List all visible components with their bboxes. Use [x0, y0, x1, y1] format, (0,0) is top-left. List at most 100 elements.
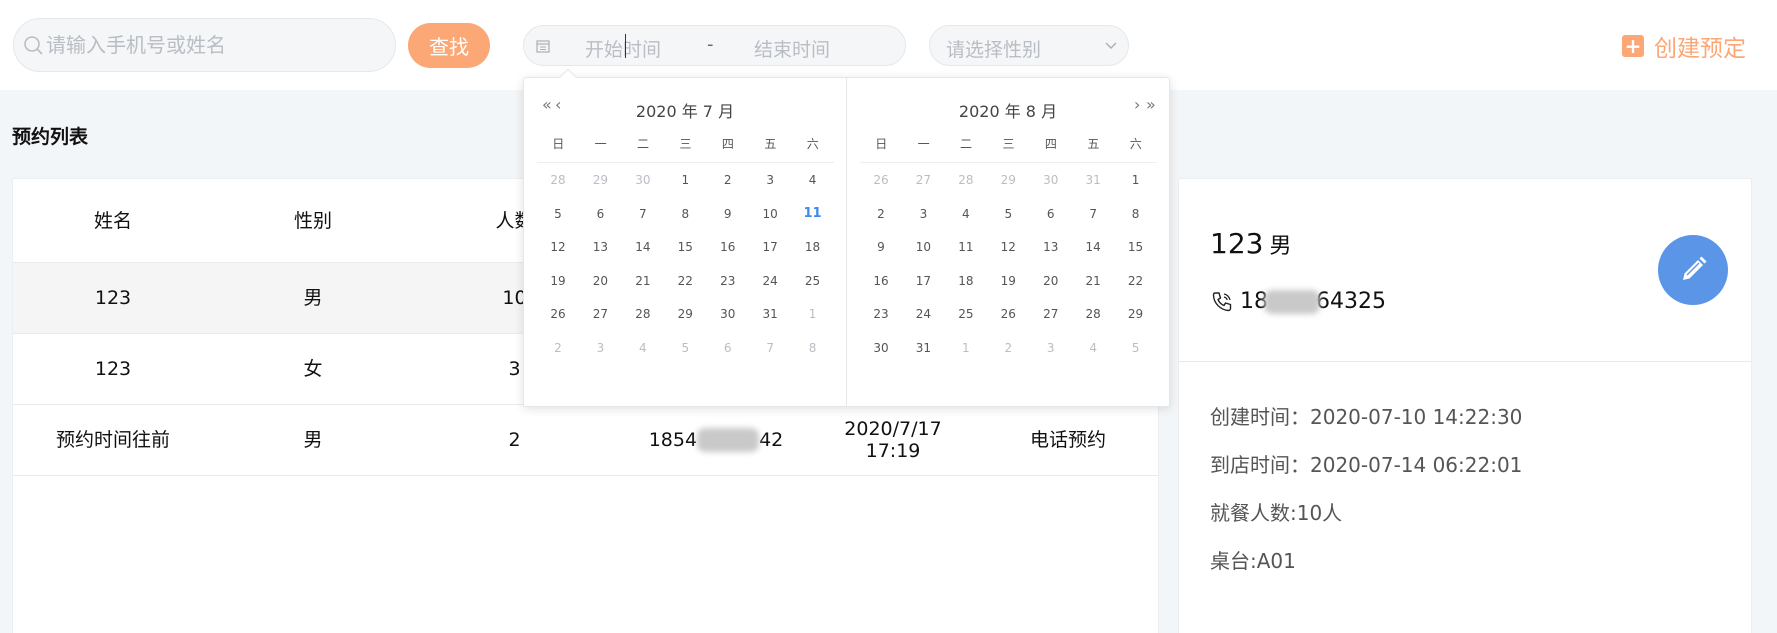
calendar-day[interactable]: 30: [622, 161, 664, 199]
calendar-day[interactable]: 28: [622, 295, 664, 333]
calendar-day[interactable]: 13: [579, 228, 621, 266]
calendar-day[interactable]: 17: [902, 262, 944, 300]
calendar-day[interactable]: 1: [792, 295, 834, 333]
calendar-day[interactable]: 6: [579, 195, 621, 233]
calendar-day[interactable]: 26: [537, 295, 579, 333]
calendar-day[interactable]: 29: [579, 161, 621, 199]
calendar-day[interactable]: 2: [987, 329, 1029, 367]
calendar-day[interactable]: 4: [792, 161, 834, 199]
calendar-day[interactable]: 19: [987, 262, 1029, 300]
calendar-day[interactable]: 6: [1030, 195, 1072, 233]
calendar-day[interactable]: 4: [945, 195, 987, 233]
edit-button[interactable]: [1658, 235, 1728, 305]
calendar-day[interactable]: 31: [749, 295, 791, 333]
calendar-day[interactable]: 9: [707, 195, 749, 233]
calendar-day[interactable]: 5: [664, 329, 706, 367]
calendar-day[interactable]: 6: [707, 329, 749, 367]
calendar-day[interactable]: 8: [1115, 195, 1157, 233]
calendar-day[interactable]: 17: [749, 228, 791, 266]
calendar-day[interactable]: 28: [1072, 295, 1114, 333]
calendar-day[interactable]: 27: [902, 161, 944, 199]
calendar-day[interactable]: 28: [945, 161, 987, 199]
search-input[interactable]: [46, 19, 386, 71]
calendar-day[interactable]: 2: [707, 161, 749, 199]
weekday-label: 二: [637, 137, 650, 151]
calendar-day[interactable]: 20: [579, 262, 621, 300]
calendar-day[interactable]: 7: [622, 195, 664, 233]
calendar-day[interactable]: 27: [579, 295, 621, 333]
calendar-day[interactable]: 18: [945, 262, 987, 300]
calendar-day[interactable]: 30: [707, 295, 749, 333]
calendar-day[interactable]: 22: [1115, 262, 1157, 300]
calendar-day[interactable]: 28: [537, 161, 579, 199]
calendar-day[interactable]: 1: [945, 329, 987, 367]
calendar-day[interactable]: 5: [1115, 329, 1157, 367]
search-box[interactable]: [13, 18, 396, 72]
calendar-day[interactable]: 13: [1030, 228, 1072, 266]
calendar-day[interactable]: 7: [749, 329, 791, 367]
calendar-day[interactable]: 25: [792, 262, 834, 300]
calendar-day[interactable]: 30: [860, 329, 902, 367]
calendar-day[interactable]: 8: [792, 329, 834, 367]
gender-select[interactable]: 请选择性别: [929, 25, 1129, 66]
calendar-day[interactable]: 27: [1030, 295, 1072, 333]
search-button[interactable]: 查找: [408, 23, 490, 68]
calendar-day[interactable]: 3: [749, 161, 791, 199]
calendar-day[interactable]: 23: [860, 295, 902, 333]
calendar-day[interactable]: 23: [707, 262, 749, 300]
calendar-day[interactable]: 12: [537, 228, 579, 266]
calendar-day[interactable]: 1: [664, 161, 706, 199]
calendar-day[interactable]: 31: [1072, 161, 1114, 199]
calendar-day[interactable]: 2: [860, 195, 902, 233]
calendar-day[interactable]: 11: [945, 228, 987, 266]
row-gender: 女: [303, 358, 323, 380]
calendar-day[interactable]: 29: [1115, 295, 1157, 333]
calendar-day[interactable]: 21: [622, 262, 664, 300]
calendar-day[interactable]: 4: [1072, 329, 1114, 367]
calendar-day[interactable]: 9: [860, 228, 902, 266]
calendar-day[interactable]: 14: [1072, 228, 1114, 266]
calendar-day[interactable]: 26: [987, 295, 1029, 333]
calendar-day[interactable]: 7: [1072, 195, 1114, 233]
calendar-day[interactable]: 29: [664, 295, 706, 333]
calendar-day[interactable]: 16: [707, 228, 749, 266]
calendar-day[interactable]: 20: [1030, 262, 1072, 300]
start-date-input[interactable]: 开始时间: [585, 35, 661, 62]
row-name: 预约时间往前: [55, 429, 170, 451]
table-row[interactable]: 预约时间往前 男 2 1854 42 2020/7/17 17:19 电话预约: [13, 405, 1158, 476]
create-reservation-button[interactable]: + 创建预定: [1622, 30, 1746, 62]
calendar-day[interactable]: 26: [860, 161, 902, 199]
calendar-day[interactable]: 1: [1115, 161, 1157, 199]
calendar-day[interactable]: 31: [902, 329, 944, 367]
calendar-day[interactable]: 16: [860, 262, 902, 300]
calendar-day[interactable]: 10: [902, 228, 944, 266]
calendar-day[interactable]: 19: [537, 262, 579, 300]
next-month-button[interactable]: ›: [1134, 95, 1141, 114]
calendar-day[interactable]: 10: [749, 195, 791, 233]
end-date-input[interactable]: 结束时间: [754, 35, 830, 62]
calendar-day[interactable]: 3: [902, 195, 944, 233]
calendar-day[interactable]: 14: [622, 228, 664, 266]
calendar-day[interactable]: 25: [945, 295, 987, 333]
calendar-day[interactable]: 12: [987, 228, 1029, 266]
calendar-day[interactable]: 3: [579, 329, 621, 367]
calendar-day[interactable]: 15: [664, 228, 706, 266]
calendar-day[interactable]: 29: [987, 161, 1029, 199]
calendar-day[interactable]: 21: [1072, 262, 1114, 300]
calendar-day[interactable]: 3: [1030, 329, 1072, 367]
detail-arrival-time: 到店时间：2020-07-14 06:22:01: [1210, 453, 1523, 477]
calendar-day[interactable]: 4: [622, 329, 664, 367]
date-range-picker[interactable]: 开始时间 - 结束时间: [523, 25, 906, 66]
calendar-day[interactable]: 24: [749, 262, 791, 300]
calendar-day[interactable]: 22: [664, 262, 706, 300]
next-year-button[interactable]: »: [1146, 95, 1156, 114]
calendar-day[interactable]: 24: [902, 295, 944, 333]
calendar-day[interactable]: 2: [537, 329, 579, 367]
calendar-day[interactable]: 18: [792, 228, 834, 266]
calendar-day[interactable]: 8: [664, 195, 706, 233]
calendar-day[interactable]: 15: [1115, 228, 1157, 266]
calendar-day[interactable]: 5: [537, 195, 579, 233]
calendar-day[interactable]: 30: [1030, 161, 1072, 199]
calendar-day[interactable]: 5: [987, 195, 1029, 233]
calendar-day[interactable]: 11: [792, 195, 834, 233]
